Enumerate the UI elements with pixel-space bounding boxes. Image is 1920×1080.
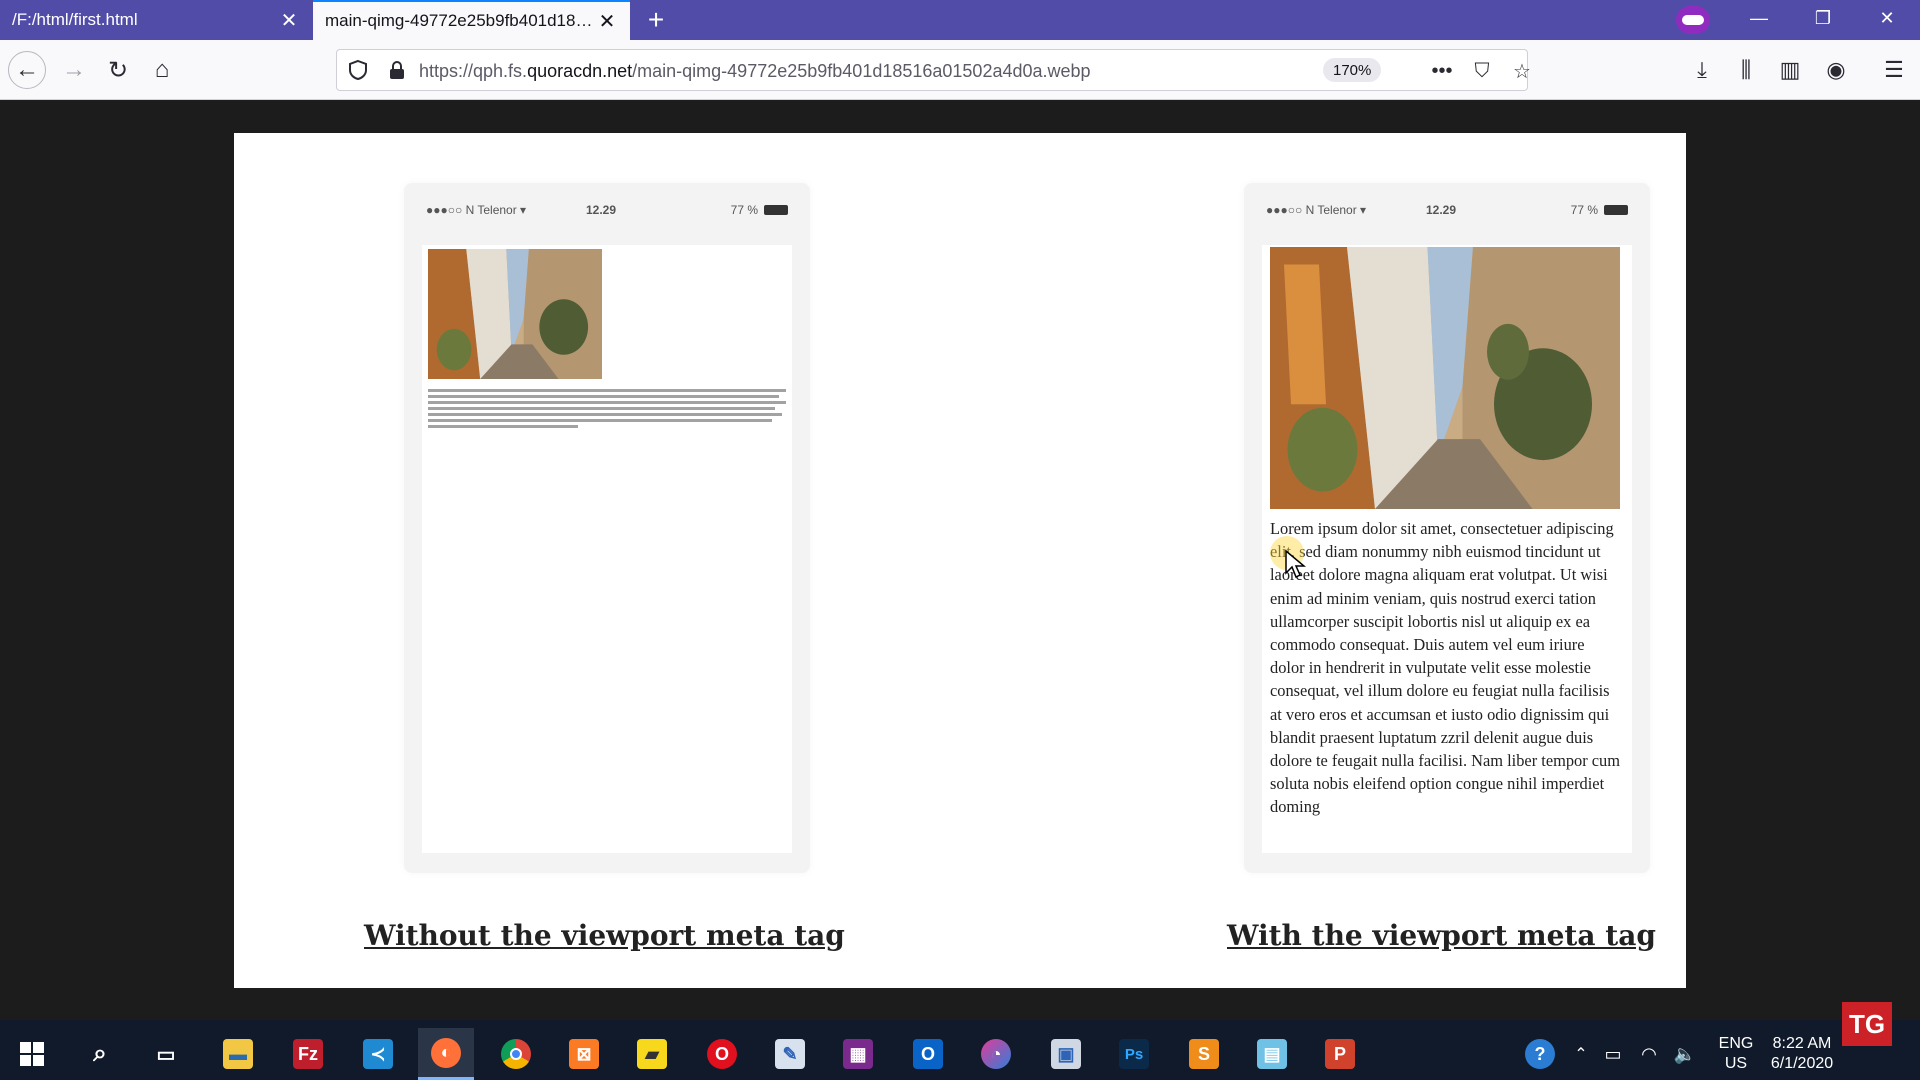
url-text[interactable]: https://qph.fs.quoracdn.net/main-qimg-49… (419, 61, 1091, 82)
minimize-icon[interactable]: — (1736, 0, 1782, 36)
battery-icon (1604, 205, 1628, 215)
more-icon[interactable]: ••• (1429, 58, 1455, 84)
carrier-label: ●●●○○ N Telenor ▾ (1266, 203, 1367, 217)
caption-without-viewport: Without the viewport meta tag (364, 919, 845, 952)
chevron-up-icon[interactable]: ⌃ (1568, 1028, 1594, 1080)
star-icon[interactable]: ☆ (1509, 58, 1535, 84)
unscaled-paragraph (428, 389, 786, 431)
download-icon[interactable]: ⤓ (1686, 54, 1718, 86)
phone-status-bar: ●●●○○ N Telenor ▾ 12.29 77 % (426, 201, 788, 221)
opera-icon[interactable]: O (694, 1028, 750, 1080)
windows-taskbar: ⌕ ▭ ▬ Fz ≺ ◐ ⊠ ▰ O ✎ ▦ O ◔ ▣ Ps S ▤ P ? … (0, 1020, 1920, 1080)
sticky-notes-icon[interactable]: ▰ (624, 1028, 680, 1080)
search-icon[interactable]: ⌕ (72, 1028, 128, 1080)
url-prefix: https://qph.fs. (419, 61, 528, 81)
file-explorer-icon[interactable]: ▬ (210, 1028, 266, 1080)
phone-mockup-without-viewport: ●●●○○ N Telenor ▾ 12.29 77 % (404, 183, 810, 873)
outlook-icon[interactable]: O (900, 1028, 956, 1080)
phone-screen: Lorem ipsum dolor sit amet, consectetuer… (1262, 245, 1632, 853)
navigation-toolbar: ← → ↻ ⌂ https://qph.fs.quoracdn.net/main… (0, 40, 1920, 100)
shield-icon[interactable] (347, 59, 369, 81)
phone-status-bar: ●●●○○ N Telenor ▾ 12.29 77 % (1266, 201, 1628, 221)
tab-bar: /F:/html/first.html ✕ main-qimg-49772e25… (0, 0, 1920, 40)
channel-watermark: TG (1842, 1002, 1892, 1046)
private-browsing-icon (1676, 6, 1710, 34)
screen-capture-icon[interactable]: ▣ (1038, 1028, 1094, 1080)
phone-clock: 12.29 (586, 203, 617, 217)
task-view-icon[interactable]: ▭ (138, 1028, 194, 1080)
notepad-icon[interactable]: ▤ (1244, 1028, 1300, 1080)
region-code: US (1724, 1055, 1748, 1072)
zoom-level-badge[interactable]: 170% (1323, 58, 1382, 82)
street-photo (428, 249, 602, 379)
carrier-label: ●●●○○ N Telenor ▾ (426, 203, 527, 217)
street-photo (1270, 247, 1620, 509)
language-code: ENG (1718, 1035, 1754, 1052)
url-domain: quoracdn.net (527, 61, 633, 81)
mouse-cursor-icon (1285, 549, 1306, 579)
displayed-image: ●●●○○ N Telenor ▾ 12.29 77 % ●●●○○ N Tel… (234, 133, 1686, 988)
restore-icon[interactable]: ❐ (1800, 0, 1846, 36)
caption-with-viewport: With the viewport meta tag (1227, 919, 1656, 952)
home-icon[interactable]: ⌂ (144, 52, 180, 88)
scaled-paragraph: Lorem ipsum dolor sit amet, consectetuer… (1270, 519, 1621, 817)
forward-arrow-icon[interactable]: → (56, 52, 92, 88)
back-arrow-icon[interactable]: ← (8, 51, 46, 89)
battery-percent: 77 % (730, 203, 758, 217)
tab-image[interactable]: main-qimg-49772e25b9fb401d18516 ✕ (313, 0, 630, 40)
close-icon[interactable]: ✕ (596, 10, 618, 33)
tab-title: main-qimg-49772e25b9fb401d18516 (325, 11, 596, 30)
start-icon[interactable] (4, 1028, 60, 1080)
url-path: /main-qimg-49772e25b9fb401d18516a01502a4… (632, 61, 1091, 81)
pocket-icon[interactable]: ⛉ (1469, 58, 1495, 84)
help-icon[interactable]: ? (1520, 1028, 1560, 1080)
photoshop-icon[interactable]: Ps (1106, 1028, 1162, 1080)
menu-icon[interactable]: ☰ (1878, 54, 1910, 86)
sublime-text-icon[interactable]: S (1176, 1028, 1232, 1080)
powerpoint-icon[interactable]: P (1312, 1028, 1368, 1080)
clock-time: 8:22 AM (1772, 1035, 1832, 1052)
page-viewport: ●●●○○ N Telenor ▾ 12.29 77 % ●●●○○ N Tel… (0, 101, 1920, 1020)
new-tab-icon[interactable]: + (640, 4, 672, 36)
battery-icon (764, 205, 788, 215)
close-icon[interactable]: ✕ (278, 9, 300, 32)
library-icon[interactable]: ⫼ (1730, 54, 1762, 86)
tab-title: /F:/html/first.html (12, 10, 138, 29)
phone-mockup-with-viewport: ●●●○○ N Telenor ▾ 12.29 77 % Lorem ipsum… (1244, 183, 1650, 873)
clock-date: 6/1/2020 (1770, 1055, 1834, 1072)
battery-percent: 77 % (1570, 203, 1598, 217)
lock-icon[interactable] (387, 59, 407, 81)
tab-first-html[interactable]: /F:/html/first.html ✕ (0, 0, 312, 40)
xampp-icon[interactable]: ⊠ (556, 1028, 612, 1080)
account-icon[interactable]: ◉ (1820, 54, 1852, 86)
winrar-icon[interactable]: ▦ (830, 1028, 886, 1080)
phone-screen (422, 245, 792, 853)
firefox-icon[interactable]: ◐ (418, 1028, 474, 1080)
paint-3d-icon[interactable]: ◔ (968, 1028, 1024, 1080)
phone-clock: 12.29 (1426, 203, 1457, 217)
battery-tray-icon[interactable]: ▭ (1598, 1028, 1628, 1080)
wifi-icon[interactable]: ◠ (1634, 1028, 1664, 1080)
input-language[interactable]: ENG US (1716, 1034, 1756, 1074)
reload-icon[interactable]: ↻ (100, 52, 136, 88)
filezilla-icon[interactable]: Fz (280, 1028, 336, 1080)
volume-icon[interactable]: 🔈 (1670, 1028, 1700, 1080)
sidebar-icon[interactable]: ▥ (1774, 54, 1806, 86)
window-close-icon[interactable]: ✕ (1864, 0, 1910, 36)
address-bar[interactable]: https://qph.fs.quoracdn.net/main-qimg-49… (336, 49, 1531, 91)
system-clock[interactable]: 8:22 AM 6/1/2020 (1760, 1034, 1844, 1074)
chrome-icon[interactable] (488, 1028, 544, 1080)
paint-icon[interactable]: ✎ (762, 1028, 818, 1080)
vscode-icon[interactable]: ≺ (350, 1028, 406, 1080)
